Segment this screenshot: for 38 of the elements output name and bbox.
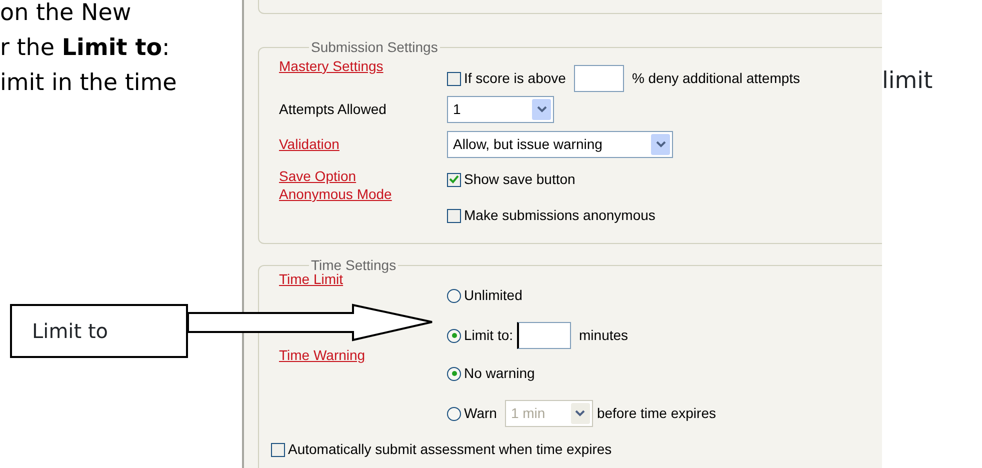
- document-text: on the New: [0, 0, 132, 28]
- field-suffix: % deny additional attempts: [632, 69, 800, 88]
- radio-button[interactable]: [447, 288, 461, 302]
- minutes-field[interactable]: [517, 322, 572, 349]
- group-legend: Time Settings: [309, 258, 398, 272]
- radio-label: Warn: [464, 404, 497, 423]
- score-field[interactable]: [574, 65, 624, 92]
- checkbox[interactable]: [447, 72, 461, 86]
- callout-box: Limit to: [10, 304, 188, 358]
- field-label: Attempts Allowed: [279, 101, 386, 117]
- radio-label: Unlimited: [464, 286, 522, 305]
- checkbox-label: Make submissions anonymous: [464, 206, 656, 225]
- checkbox[interactable]: [271, 442, 285, 456]
- checkbox-label: Automatically submit assessment when time expires: [288, 440, 612, 459]
- radio-label: Limit to:: [464, 326, 514, 345]
- field-suffix: minutes: [579, 326, 628, 345]
- caret-icon[interactable]: [651, 134, 670, 155]
- caret-icon[interactable]: [532, 99, 551, 120]
- radio-button[interactable]: [447, 366, 461, 380]
- document-text: imit in the time: [0, 69, 177, 98]
- dropdown[interactable]: Allow, but issue warning: [447, 131, 673, 158]
- document-text: r the Limit to:: [0, 34, 170, 63]
- help-link[interactable]: Validation: [279, 136, 340, 152]
- radio-button[interactable]: [447, 328, 461, 342]
- field-suffix: before time expires: [596, 404, 716, 423]
- document-text: limit: [882, 68, 933, 94]
- group-legend: Submission Settings: [309, 40, 440, 54]
- dropdown[interactable]: 1: [447, 96, 554, 123]
- help-link[interactable]: Save Option: [279, 168, 356, 184]
- checkbox-label: If score is above: [464, 69, 566, 88]
- help-link[interactable]: Anonymous Mode: [279, 186, 392, 202]
- checkbox-label: Show save button: [464, 170, 576, 189]
- radio-label: No warning: [464, 364, 535, 383]
- checkbox[interactable]: [447, 208, 461, 222]
- help-link[interactable]: Time Warning: [279, 347, 366, 363]
- help-link[interactable]: Mastery Settings: [279, 58, 384, 74]
- help-link[interactable]: Time Limit: [279, 271, 344, 287]
- checkbox[interactable]: [447, 172, 461, 186]
